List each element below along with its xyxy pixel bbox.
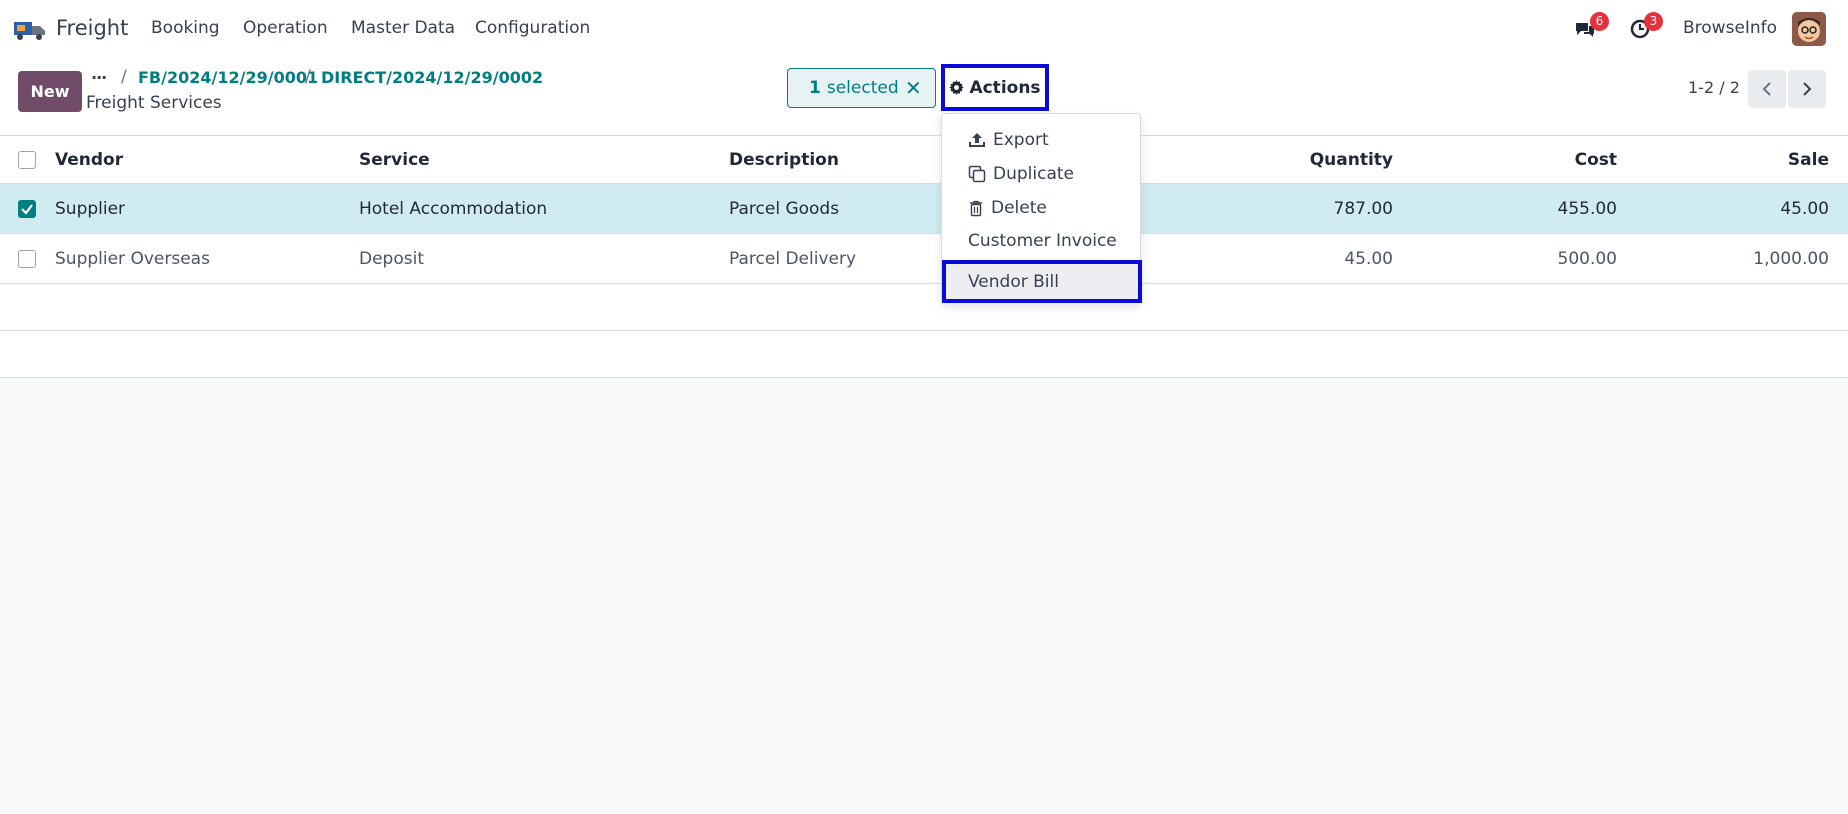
action-vendor-bill[interactable]: Vendor Bill xyxy=(942,260,1142,303)
selection-indicator: 1 selected ✕ xyxy=(787,68,936,108)
table-header: Vendor Service Description Quantity Cost… xyxy=(0,136,1848,184)
cell-cost: 500.00 xyxy=(1557,248,1617,269)
cell-sale: 1,000.00 xyxy=(1753,248,1829,269)
action-customer-invoice[interactable]: Customer Invoice xyxy=(942,225,1140,257)
action-delete[interactable]: Delete xyxy=(942,192,1140,224)
cell-quantity: 45.00 xyxy=(1344,248,1393,269)
breadcrumb-separator: / xyxy=(121,67,127,87)
action-export[interactable]: Export xyxy=(942,124,1140,156)
column-header-description[interactable]: Description xyxy=(729,136,839,183)
column-header-vendor[interactable]: Vendor xyxy=(55,136,123,183)
row-checkbox[interactable] xyxy=(18,199,36,218)
column-header-quantity[interactable]: Quantity xyxy=(1193,136,1393,183)
chevron-left-icon xyxy=(1762,82,1771,96)
checkmark-icon xyxy=(21,203,33,215)
clear-selection-button[interactable]: ✕ xyxy=(905,76,922,100)
user-avatar-icon xyxy=(1792,12,1826,46)
empty-row xyxy=(0,284,1848,331)
control-panel: New ··· / FB/2024/12/29/0001 / DIRECT/20… xyxy=(0,56,1848,136)
menu-configuration[interactable]: Configuration xyxy=(475,18,590,38)
breadcrumb-direct[interactable]: DIRECT/2024/12/29/0002 xyxy=(321,68,543,87)
cell-cost: 455.00 xyxy=(1557,198,1617,219)
menu-master-data[interactable]: Master Data xyxy=(351,18,455,38)
breadcrumb-overflow[interactable]: ··· xyxy=(91,68,107,87)
action-duplicate[interactable]: Duplicate xyxy=(942,158,1140,190)
pager-next-button[interactable] xyxy=(1788,70,1826,108)
cell-description: Parcel Delivery xyxy=(729,248,857,269)
action-delete-label: Delete xyxy=(991,198,1047,218)
top-navbar: Freight Booking Operation Master Data Co… xyxy=(0,0,1848,56)
action-duplicate-label: Duplicate xyxy=(993,164,1074,184)
breadcrumb-separator: / xyxy=(305,67,311,87)
user-name[interactable]: BrowseInfo xyxy=(1683,18,1777,38)
cell-service: Deposit xyxy=(359,248,424,269)
selected-label: selected xyxy=(826,78,899,98)
selected-count: 1 xyxy=(809,78,821,98)
select-all-checkbox[interactable] xyxy=(18,150,36,169)
cell-vendor: Supplier xyxy=(55,198,126,219)
actions-dropdown-menu: Export Duplicate Delete Customer Invoice… xyxy=(941,113,1142,303)
column-header-cost[interactable]: Cost xyxy=(1417,136,1617,183)
cell-sale: 45.00 xyxy=(1780,198,1829,219)
new-button[interactable]: New xyxy=(18,71,82,112)
cell-vendor: Supplier Overseas xyxy=(55,248,210,269)
actions-button[interactable]: Actions xyxy=(941,64,1049,111)
gear-icon xyxy=(949,80,965,95)
chevron-right-icon xyxy=(1803,82,1812,96)
pager-value[interactable]: 1-2 / 2 xyxy=(1688,78,1740,97)
freight-truck-icon[interactable] xyxy=(13,17,47,41)
app-name[interactable]: Freight xyxy=(56,16,128,40)
empty-row xyxy=(0,331,1848,378)
cell-description: Parcel Goods xyxy=(729,198,840,219)
activities-badge: 3 xyxy=(1644,12,1663,31)
messages-badge: 6 xyxy=(1590,12,1609,31)
column-header-service[interactable]: Service xyxy=(359,136,430,183)
cell-service: Hotel Accommodation xyxy=(359,198,548,219)
actions-label: Actions xyxy=(969,77,1041,98)
menu-operation[interactable]: Operation xyxy=(243,18,328,38)
row-checkbox[interactable] xyxy=(18,249,36,268)
menu-booking[interactable]: Booking xyxy=(151,18,220,38)
copy-icon xyxy=(968,165,986,183)
avatar[interactable] xyxy=(1792,12,1826,46)
column-header-sale[interactable]: Sale xyxy=(1629,136,1829,183)
table-row[interactable]: Supplier Overseas Deposit Parcel Deliver… xyxy=(0,234,1848,284)
table-row[interactable]: Supplier Hotel Accommodation Parcel Good… xyxy=(0,184,1848,234)
pager-previous-button[interactable] xyxy=(1748,70,1786,108)
page-title: Freight Services xyxy=(86,93,222,113)
action-export-label: Export xyxy=(993,130,1049,150)
upload-icon xyxy=(969,133,985,147)
breadcrumb-booking[interactable]: FB/2024/12/29/0001 xyxy=(138,68,318,87)
trash-icon xyxy=(970,200,982,216)
cell-quantity: 787.00 xyxy=(1333,198,1393,219)
